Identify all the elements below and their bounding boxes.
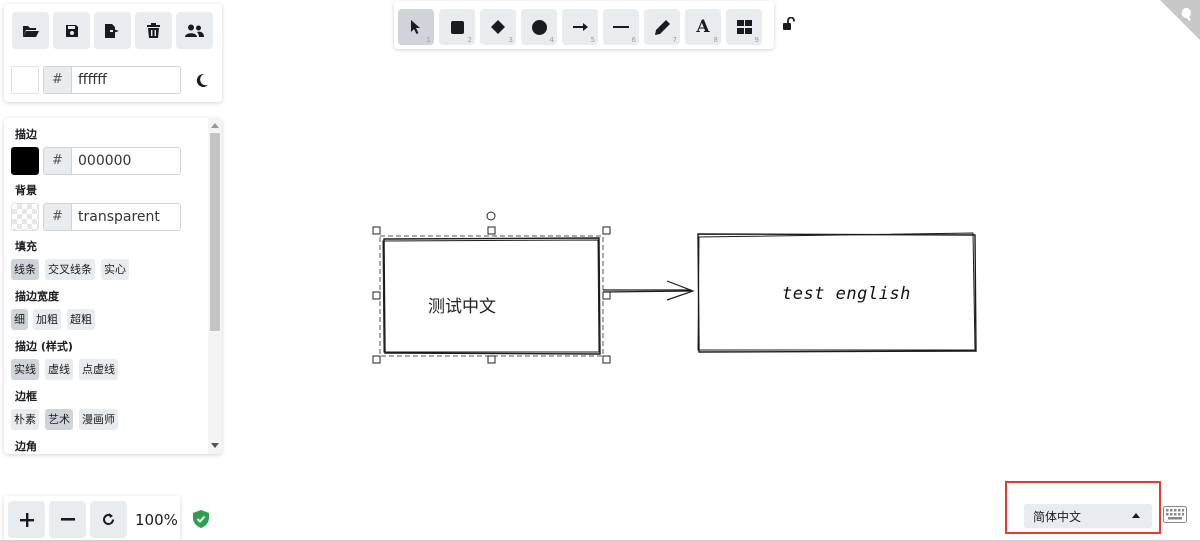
stroke-style-dotted[interactable]: 点虚线	[79, 359, 118, 380]
properties-panel: 描边 # 000000 背景 # transparent 填充 线条 交叉线条 …	[4, 118, 222, 454]
open-button[interactable]	[12, 12, 49, 49]
export-button[interactable]	[94, 12, 131, 49]
tool-draw[interactable]: 7	[644, 9, 680, 45]
stroke-style-dashed[interactable]: 虚线	[45, 359, 73, 380]
shield-check-icon	[193, 510, 209, 528]
github-corner-icon[interactable]	[1160, 0, 1200, 40]
scroll-down-arrow[interactable]	[211, 443, 219, 448]
stroke-width-label: 描边宽度	[15, 290, 59, 303]
stroke-color-swatch[interactable]	[11, 147, 39, 175]
save-icon	[65, 24, 78, 37]
left-box-text[interactable]: 测试中文	[428, 292, 496, 317]
tool-shortcut-number: 1	[426, 36, 431, 44]
delete-button[interactable]	[135, 12, 172, 49]
tool-shortcut-number: 2	[467, 36, 472, 44]
pointer-icon	[411, 20, 420, 34]
canvas-background-hash: #	[43, 66, 71, 94]
stroke-width-bold[interactable]: 加粗	[33, 309, 61, 330]
properties-scrollbar[interactable]	[208, 118, 222, 454]
tool-diamond[interactable]: 3	[480, 9, 516, 45]
zoom-level: 100%	[135, 511, 178, 529]
selection-handles[interactable]	[372, 211, 611, 364]
tool-rectangle[interactable]: 2	[439, 9, 475, 45]
stroke-width-thin[interactable]: 细	[11, 309, 28, 330]
tool-shortcut-number: 9	[754, 36, 759, 44]
tool-shortcut-number: 4	[549, 36, 554, 44]
scroll-up-arrow[interactable]	[211, 123, 219, 128]
stroke-style-solid[interactable]: 实线	[11, 359, 39, 380]
zoom-in-button[interactable]	[8, 501, 45, 538]
plus-icon	[19, 512, 34, 527]
text-icon: A	[696, 17, 710, 37]
arrow-right-icon	[572, 23, 588, 31]
circle-icon	[531, 19, 547, 35]
stroke-style-label: 描边 (样式)	[15, 340, 73, 353]
language-select[interactable]: 简体中文	[1024, 504, 1152, 528]
minus-icon	[60, 518, 75, 521]
tool-text[interactable]: A 8	[685, 9, 721, 45]
shape-toolbar: 1 2 3 4 5 6 7 A 8 9	[394, 1, 774, 49]
canvas-background-swatch[interactable]	[11, 66, 39, 94]
language-select-value: 简体中文	[1033, 510, 1082, 524]
reset-zoom-button[interactable]	[90, 501, 127, 538]
stroke-color-input[interactable]: 000000	[71, 147, 181, 175]
scrollbar-thumb[interactable]	[210, 133, 220, 331]
folder-open-icon	[23, 25, 39, 37]
trash-icon	[147, 23, 160, 38]
tool-arrow[interactable]: 5	[562, 9, 598, 45]
connector-arrow[interactable]	[602, 280, 695, 301]
line-icon	[613, 26, 629, 28]
fill-option-solid[interactable]: 实心	[101, 259, 129, 280]
lock-button[interactable]	[782, 16, 802, 36]
stroke-width-extra-bold[interactable]: 超粗	[67, 309, 95, 330]
fill-option-hachure[interactable]: 线条	[11, 259, 39, 280]
keyboard-shortcuts-button[interactable]	[1163, 506, 1187, 524]
diamond-icon	[491, 20, 505, 34]
fill-label: 填充	[15, 240, 37, 253]
tool-shortcut-number: 5	[590, 36, 595, 44]
sloppiness-architect[interactable]: 朴素	[11, 409, 39, 430]
moon-icon	[196, 73, 208, 87]
zoom-panel: 100%	[4, 496, 180, 542]
tool-library[interactable]: 9	[726, 9, 762, 45]
tool-shortcut-number: 8	[713, 36, 718, 44]
fill-option-cross-hatch[interactable]: 交叉线条	[45, 259, 95, 280]
save-button[interactable]	[53, 12, 90, 49]
edges-label: 边角	[15, 440, 37, 453]
file-panel: # ffffff	[4, 4, 222, 102]
library-icon	[736, 20, 752, 34]
theme-toggle-button[interactable]	[190, 68, 214, 92]
sloppiness-artist[interactable]: 艺术	[45, 409, 73, 430]
stroke-hash: #	[43, 147, 71, 175]
tool-ellipse[interactable]: 4	[521, 9, 557, 45]
zoom-out-button[interactable]	[49, 501, 86, 538]
canvas-background-input[interactable]: ffffff	[71, 66, 181, 94]
square-icon	[450, 20, 464, 34]
sloppiness-cartoonist[interactable]: 漫画师	[79, 409, 118, 430]
background-label: 背景	[15, 184, 37, 197]
encryption-status	[193, 510, 209, 532]
export-icon	[105, 23, 119, 38]
stroke-label: 描边	[15, 128, 37, 141]
collaborate-button[interactable]	[176, 12, 213, 49]
background-color-swatch[interactable]	[11, 203, 39, 231]
tool-line[interactable]: 6	[603, 9, 639, 45]
reset-zoom-icon	[103, 513, 114, 525]
users-icon	[185, 24, 204, 37]
pencil-icon	[654, 19, 670, 35]
tool-shortcut-number: 7	[672, 36, 677, 44]
sloppiness-label: 边框	[15, 390, 37, 403]
right-box-text[interactable]: test english	[782, 284, 911, 304]
background-hash: #	[43, 203, 71, 231]
unlock-icon	[783, 16, 795, 30]
triangle-up-icon	[1132, 513, 1140, 518]
tool-shortcut-number: 3	[508, 36, 513, 44]
keyboard-icon	[1163, 506, 1187, 523]
tool-selection[interactable]: 1	[398, 9, 434, 45]
background-color-input[interactable]: transparent	[71, 203, 181, 231]
tool-shortcut-number: 6	[631, 36, 636, 44]
